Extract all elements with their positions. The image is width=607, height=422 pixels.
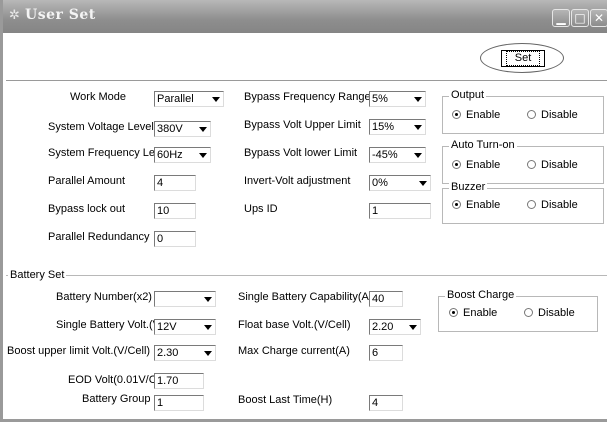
bypass-volt-lower-select[interactable]: -45% <box>369 147 426 163</box>
boost-upper-select[interactable]: 2.30 <box>154 345 216 361</box>
bypass-volt-lower-label: Bypass Volt lower Limit <box>244 147 358 159</box>
frequency-level-select[interactable]: 60Hz <box>154 147 211 163</box>
work-mode-label: Work Mode <box>70 91 127 103</box>
chevron-down-icon <box>203 294 213 304</box>
radio-selected-icon <box>452 200 461 209</box>
chevron-down-icon <box>413 150 423 160</box>
radio-unselected-icon <box>527 160 536 169</box>
buzzer-enable-radio[interactable]: Enable <box>452 199 500 211</box>
battery-number-select[interactable] <box>154 291 216 307</box>
boost-upper-label: Boost upper limit Volt.(V/Cell) <box>7 345 151 357</box>
maximize-icon: □ <box>574 11 586 25</box>
bypass-lockout-input[interactable]: 10 <box>154 203 196 219</box>
bypass-freq-range-label: Bypass Frequency Range <box>244 91 371 103</box>
chevron-down-icon <box>198 124 208 134</box>
voltage-level-select[interactable]: 380V <box>154 121 211 137</box>
parallel-amount-input[interactable]: 4 <box>154 175 196 191</box>
parallel-redundancy-label: Parallel Redundancy <box>48 231 150 243</box>
capability-input[interactable]: 40 <box>369 291 403 307</box>
max-charge-input[interactable]: 6 <box>369 345 403 361</box>
boost-charge-enable-radio[interactable]: Enable <box>449 307 497 319</box>
single-volt-select[interactable]: 12V <box>154 319 216 335</box>
close-icon: ✕ <box>593 11 605 25</box>
chevron-down-icon <box>413 122 423 132</box>
output-group-title: Output <box>449 89 487 101</box>
battery-number-label: Battery Number(x2) <box>56 291 152 303</box>
float-base-label: Float base Volt.(V/Cell) <box>238 319 351 331</box>
set-button-highlight: Set <box>480 43 564 73</box>
output-group: Output Enable Disable <box>442 89 604 134</box>
bypass-freq-range-select[interactable]: 5% <box>369 91 426 107</box>
dialog-content: Set Work Mode Parallel System Voltage Le… <box>6 33 607 419</box>
chevron-down-icon <box>198 150 208 160</box>
capability-label: Single Battery Capability(AH) <box>238 291 381 303</box>
single-volt-label: Single Battery Volt.(V) <box>56 319 164 331</box>
boost-charge-group: Boost Charge Enable Disable <box>438 289 598 332</box>
max-charge-label: Max Charge current(A) <box>238 345 350 357</box>
boost-last-label: Boost Last Time(H) <box>238 394 333 406</box>
battery-group-label: Battery Group <box>82 393 151 405</box>
auto-turn-on-disable-radio[interactable]: Disable <box>527 159 578 171</box>
set-button[interactable]: Set <box>501 50 545 67</box>
buzzer-disable-radio[interactable]: Disable <box>527 199 578 211</box>
radio-unselected-icon <box>524 308 533 317</box>
battery-section-divider <box>6 275 607 276</box>
boost-charge-group-title: Boost Charge <box>445 289 517 301</box>
app-icon: ✲ <box>9 8 20 23</box>
user-set-window: ✲ User Set ▁ □ ✕ Set Work Mode Parallel … <box>0 0 607 422</box>
invert-volt-label: Invert-Volt adjustment <box>244 175 351 187</box>
voltage-level-label: System Voltage Level <box>48 121 154 133</box>
radio-selected-icon <box>449 308 458 317</box>
radio-unselected-icon <box>527 200 536 209</box>
boost-charge-disable-radio[interactable]: Disable <box>524 307 575 319</box>
bypass-lockout-label: Bypass lock out <box>48 203 126 215</box>
chevron-down-icon <box>203 348 213 358</box>
boost-last-input[interactable]: 4 <box>369 395 403 411</box>
parallel-redundancy-input[interactable]: 0 <box>154 231 196 247</box>
close-button[interactable]: ✕ <box>590 9 607 27</box>
minimize-icon: ▁ <box>556 11 566 25</box>
buzzer-group-title: Buzzer <box>449 181 488 193</box>
eod-volt-input[interactable]: 1.70 <box>154 373 204 389</box>
output-disable-radio[interactable]: Disable <box>527 109 578 121</box>
invert-volt-select[interactable]: 0% <box>369 175 431 191</box>
radio-unselected-icon <box>527 110 536 119</box>
battery-group-input[interactable]: 1 <box>154 395 204 411</box>
chevron-down-icon <box>211 94 221 104</box>
float-base-select[interactable]: 2.20 <box>369 319 421 335</box>
frequency-level-label: System Frequency Level <box>48 147 170 159</box>
radio-selected-icon <box>452 110 461 119</box>
chevron-down-icon <box>418 178 428 188</box>
work-mode-select[interactable]: Parallel <box>154 91 224 107</box>
ups-id-label: Ups ID <box>244 203 278 215</box>
battery-section-title: Battery Set <box>8 269 67 281</box>
title-bar[interactable]: ✲ User Set ▁ □ ✕ <box>3 0 607 33</box>
bypass-volt-upper-label: Bypass Volt Upper Limit <box>244 119 361 131</box>
minimize-button[interactable]: ▁ <box>552 9 570 27</box>
parallel-amount-label: Parallel Amount <box>48 175 126 187</box>
auto-turn-on-group-title: Auto Turn-on <box>449 139 517 151</box>
auto-turn-on-enable-radio[interactable]: Enable <box>452 159 500 171</box>
chevron-down-icon <box>413 94 423 104</box>
chevron-down-icon <box>408 322 418 332</box>
window-title: User Set <box>25 7 96 23</box>
auto-turn-on-group: Auto Turn-on Enable Disable <box>442 139 604 184</box>
ups-id-input[interactable]: 1 <box>369 203 431 219</box>
maximize-button[interactable]: □ <box>571 9 589 27</box>
bypass-volt-upper-select[interactable]: 15% <box>369 119 426 135</box>
buzzer-group: Buzzer Enable Disable <box>442 181 604 224</box>
panel-top-border <box>6 80 607 81</box>
radio-selected-icon <box>452 160 461 169</box>
chevron-down-icon <box>203 322 213 332</box>
output-enable-radio[interactable]: Enable <box>452 109 500 121</box>
